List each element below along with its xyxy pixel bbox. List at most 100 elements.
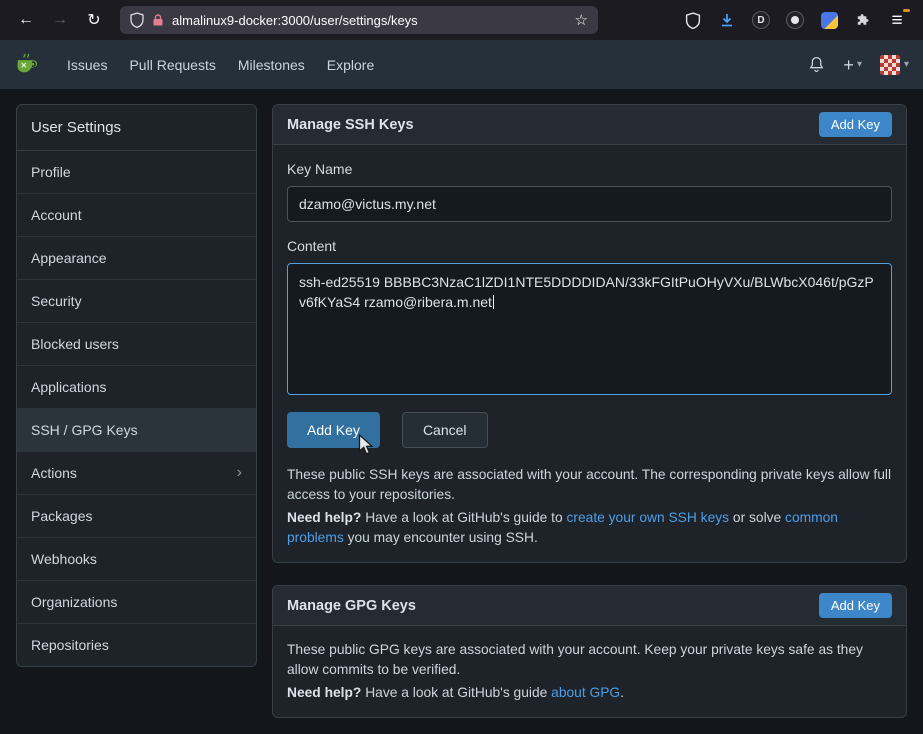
nav-item-milestones[interactable]: Milestones bbox=[227, 49, 316, 81]
extension-badge bbox=[786, 11, 804, 29]
sidebar-item-organizations[interactable]: Organizations bbox=[17, 581, 256, 624]
sidebar-item-label: Security bbox=[31, 293, 82, 309]
darkreader-extension-icon[interactable]: D bbox=[745, 5, 777, 35]
sidebar-item-label: Packages bbox=[31, 508, 92, 524]
refresh-button[interactable]: ↻ bbox=[78, 5, 110, 35]
avatar bbox=[880, 55, 900, 75]
gitea-logo-icon[interactable] bbox=[14, 52, 40, 78]
ssh-help-line2: Need help? Have a look at GitHub's guide… bbox=[287, 508, 892, 548]
content-label: Content bbox=[287, 238, 892, 254]
help-segment: you may encounter using SSH. bbox=[344, 530, 538, 545]
extensions-puzzle-icon[interactable] bbox=[847, 5, 879, 35]
ssh-keys-card: Manage SSH Keys Add Key Key Name Content… bbox=[272, 104, 907, 563]
forward-icon: → bbox=[52, 11, 68, 29]
sidebar-item-label: Organizations bbox=[31, 594, 117, 610]
nav-item-pull-requests[interactable]: Pull Requests bbox=[118, 49, 226, 81]
url-text: almalinux9-docker:3000/user/settings/key… bbox=[172, 13, 567, 28]
back-icon: ← bbox=[18, 11, 34, 29]
sidebar-item-profile[interactable]: Profile bbox=[17, 151, 256, 194]
sidebar-title: User Settings bbox=[17, 105, 256, 151]
gpg-help-line1: These public GPG keys are associated wit… bbox=[287, 640, 892, 680]
sidebar-item-label: Account bbox=[31, 207, 82, 223]
menu-notification-dot bbox=[903, 9, 910, 12]
bookmark-star-icon[interactable]: ☆ bbox=[575, 11, 588, 29]
help-segment: Have a look at GitHub's guide bbox=[361, 685, 551, 700]
hamburger-menu-button[interactable]: ≡ bbox=[881, 5, 913, 35]
sidebar-item-security[interactable]: Security bbox=[17, 280, 256, 323]
ssh-card-header: Manage SSH Keys Add Key bbox=[273, 105, 906, 145]
sidebar-item-blocked-users[interactable]: Blocked users bbox=[17, 323, 256, 366]
key-name-input[interactable] bbox=[287, 186, 892, 222]
screen: ← → ↻ almalinux9-docker:3000/user/settin… bbox=[0, 0, 923, 734]
url-bar[interactable]: almalinux9-docker:3000/user/settings/key… bbox=[120, 6, 598, 34]
text-caret bbox=[493, 295, 494, 309]
sidebar-item-repositories[interactable]: Repositories bbox=[17, 624, 256, 666]
sidebar-item-applications[interactable]: Applications bbox=[17, 366, 256, 409]
sidebar-item-label: Applications bbox=[31, 379, 107, 395]
gpg-add-key-header-button[interactable]: Add Key bbox=[819, 593, 892, 618]
app-navbar: Issues Pull Requests Milestones Explore … bbox=[0, 40, 923, 89]
refresh-icon: ↻ bbox=[87, 10, 100, 30]
sidebar-item-label: Repositories bbox=[31, 637, 109, 653]
gpg-card-body: These public GPG keys are associated wit… bbox=[273, 626, 906, 717]
about-gpg-link[interactable]: about GPG bbox=[551, 685, 620, 700]
key-name-label: Key Name bbox=[287, 161, 892, 177]
create-ssh-keys-link[interactable]: create your own SSH keys bbox=[566, 510, 729, 525]
sidebar-item-label: Actions bbox=[31, 465, 77, 481]
sidebar-item-label: Webhooks bbox=[31, 551, 97, 567]
caret-down-icon: ▾ bbox=[904, 59, 909, 70]
nav-item-issues[interactable]: Issues bbox=[56, 49, 118, 81]
tracking-protection-shield-icon[interactable] bbox=[130, 12, 144, 28]
ssh-help-line1: These public SSH keys are associated wit… bbox=[287, 465, 892, 505]
ssh-add-key-header-button[interactable]: Add Key bbox=[819, 112, 892, 137]
sidebar-item-actions[interactable]: Actions › bbox=[17, 452, 256, 495]
extension-circle-icon[interactable] bbox=[779, 5, 811, 35]
need-help-label: Need help? bbox=[287, 510, 361, 525]
cancel-button[interactable]: Cancel bbox=[402, 412, 488, 448]
gpg-keys-card: Manage GPG Keys Add Key These public GPG… bbox=[272, 585, 907, 718]
mouse-cursor bbox=[358, 434, 376, 458]
gpg-card-header: Manage GPG Keys Add Key bbox=[273, 586, 906, 626]
help-segment: or solve bbox=[729, 510, 785, 525]
caret-down-icon: ▾ bbox=[857, 59, 862, 70]
navbar-right: + ▾ ▾ bbox=[808, 55, 909, 75]
extension-color-badge bbox=[821, 12, 838, 29]
sidebar-item-account[interactable]: Account bbox=[17, 194, 256, 237]
darkreader-badge: D bbox=[752, 11, 770, 29]
darkreader-letter: D bbox=[757, 15, 764, 26]
user-menu-button[interactable]: ▾ bbox=[880, 55, 909, 75]
gpg-card-title: Manage GPG Keys bbox=[287, 598, 416, 614]
sidebar-item-label: Appearance bbox=[31, 250, 107, 266]
nav-item-explore[interactable]: Explore bbox=[316, 49, 385, 81]
shield-extension-icon[interactable] bbox=[677, 5, 709, 35]
help-segment: . bbox=[620, 685, 624, 700]
download-icon[interactable] bbox=[711, 5, 743, 35]
browser-toolbar: ← → ↻ almalinux9-docker:3000/user/settin… bbox=[0, 0, 923, 40]
sidebar-item-appearance[interactable]: Appearance bbox=[17, 237, 256, 280]
page-content: User Settings Profile Account Appearance… bbox=[0, 89, 923, 733]
forward-button[interactable]: → bbox=[44, 5, 76, 35]
form-actions: Add Key Cancel bbox=[287, 412, 892, 448]
sidebar-item-packages[interactable]: Packages bbox=[17, 495, 256, 538]
extension-glyph bbox=[791, 16, 799, 24]
main-column: Manage SSH Keys Add Key Key Name Content… bbox=[272, 104, 907, 718]
chevron-right-icon: › bbox=[237, 465, 242, 481]
sidebar-item-label: Profile bbox=[31, 164, 71, 180]
toolbar-extensions: D ≡ bbox=[677, 5, 913, 35]
ssh-card-title: Manage SSH Keys bbox=[287, 117, 414, 133]
connection-lock-icon[interactable] bbox=[152, 13, 164, 27]
notifications-bell-icon[interactable] bbox=[808, 56, 825, 73]
need-help-label: Need help? bbox=[287, 685, 361, 700]
sidebar-item-ssh-gpg-keys[interactable]: SSH / GPG Keys bbox=[17, 409, 256, 452]
ssh-card-body: Key Name Content ssh-ed25519 BBBBC3NzaC1… bbox=[273, 145, 906, 562]
plus-icon: + bbox=[843, 56, 854, 74]
gpg-help-line2: Need help? Have a look at GitHub's guide… bbox=[287, 683, 892, 703]
content-text: ssh-ed25519 BBBBC3NzaC1lZDI1NTE5DDDDIDAN… bbox=[299, 274, 874, 310]
sidebar-item-label: SSH / GPG Keys bbox=[31, 422, 138, 438]
password-manager-extension-icon[interactable] bbox=[813, 5, 845, 35]
content-textarea[interactable]: ssh-ed25519 BBBBC3NzaC1lZDI1NTE5DDDDIDAN… bbox=[287, 263, 892, 395]
back-button[interactable]: ← bbox=[10, 5, 42, 35]
create-new-button[interactable]: + ▾ bbox=[843, 56, 862, 74]
sidebar-item-label: Blocked users bbox=[31, 336, 119, 352]
sidebar-item-webhooks[interactable]: Webhooks bbox=[17, 538, 256, 581]
